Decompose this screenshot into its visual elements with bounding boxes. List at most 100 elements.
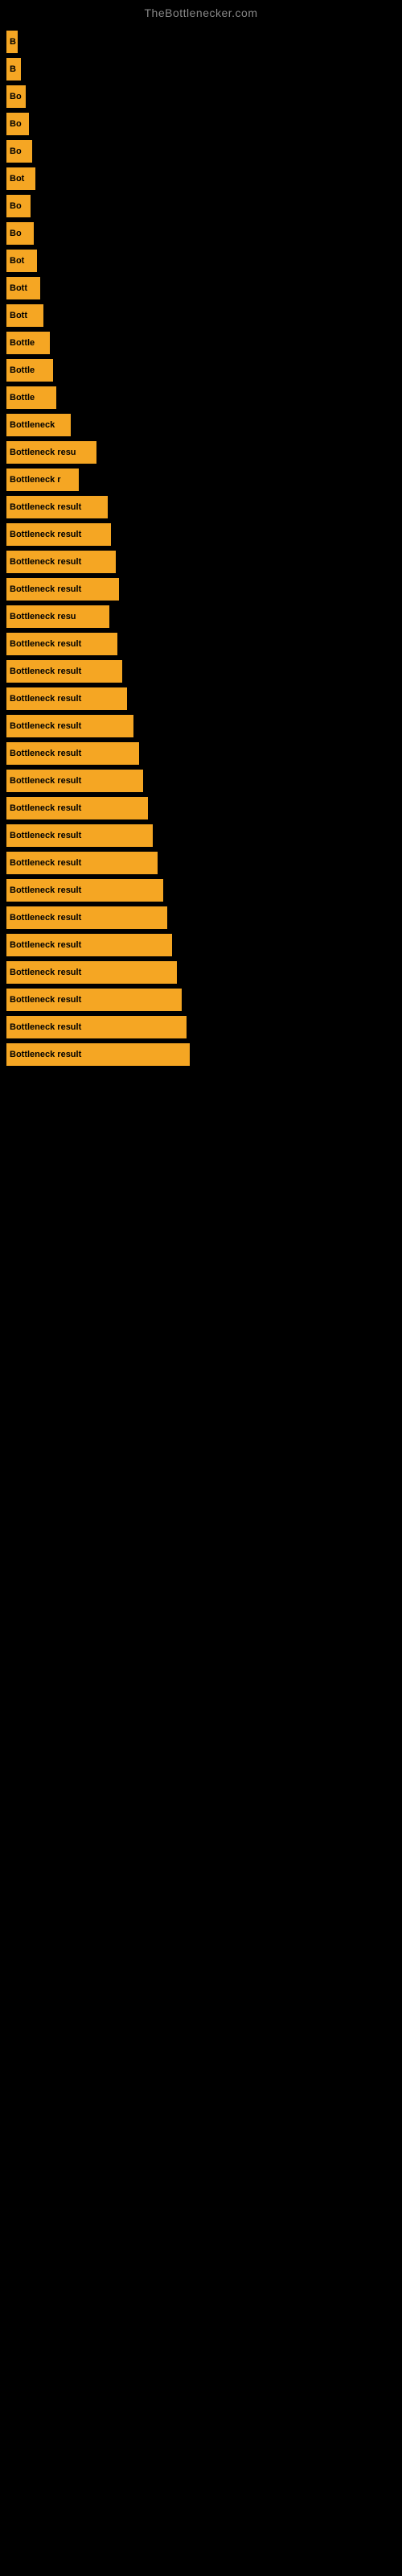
bar-label: Bottleneck result (10, 913, 81, 923)
bar-row: Bottleneck result (6, 551, 402, 573)
bottleneck-bar: Bottleneck result (6, 797, 148, 819)
bottleneck-bar: Bottleneck result (6, 660, 122, 683)
bar-label: Bottleneck r (10, 475, 61, 485)
bottleneck-bar: Bottleneck result (6, 824, 153, 847)
bar-label: Bottle (10, 338, 35, 348)
bar-label: Bo (10, 92, 22, 101)
bar-row: Bottleneck result (6, 1016, 402, 1038)
bar-row: Bottleneck (6, 414, 402, 436)
bar-label: B (10, 37, 16, 47)
bar-label: Bottleneck resu (10, 448, 76, 457)
bar-row: Bottleneck result (6, 1043, 402, 1066)
bar-label: Bottleneck result (10, 1050, 81, 1059)
bar-label: Bottleneck result (10, 749, 81, 758)
bar-label: Bott (10, 311, 27, 320)
bar-label: Bottleneck result (10, 886, 81, 895)
bar-row: B (6, 58, 402, 80)
bottleneck-bar: Bottle (6, 359, 53, 382)
bar-row: Bottleneck result (6, 496, 402, 518)
bottleneck-bar: Bottleneck result (6, 715, 133, 737)
bar-label: Bo (10, 201, 22, 211)
bottleneck-bar: Bottleneck result (6, 934, 172, 956)
bottleneck-bar: Bottleneck result (6, 989, 182, 1011)
bottleneck-bar: Bot (6, 167, 35, 190)
bottleneck-bar: Bottleneck r (6, 469, 79, 491)
bottleneck-bar: Bott (6, 277, 40, 299)
bar-row: Bottleneck result (6, 989, 402, 1011)
bar-row: Bottleneck result (6, 660, 402, 683)
bottleneck-bar: Bott (6, 304, 43, 327)
bar-label: B (10, 64, 16, 74)
bar-label: Bottleneck result (10, 940, 81, 950)
bar-row: B (6, 31, 402, 53)
bar-label: Bottleneck result (10, 968, 81, 977)
bar-row: Bottleneck result (6, 578, 402, 601)
bar-row: Bottleneck result (6, 742, 402, 765)
bar-row: Bottleneck result (6, 879, 402, 902)
bar-label: Bottleneck result (10, 831, 81, 840)
bottleneck-bar: B (6, 31, 18, 53)
bar-label: Bottleneck result (10, 803, 81, 813)
bar-label: Bottleneck result (10, 694, 81, 704)
bar-label: Bottleneck result (10, 557, 81, 567)
bottleneck-bar: Bottleneck resu (6, 441, 96, 464)
bar-label: Bottleneck result (10, 858, 81, 868)
bar-label: Bottle (10, 365, 35, 375)
bottleneck-bar: Bo (6, 113, 29, 135)
bar-label: Bottleneck result (10, 530, 81, 539)
bottleneck-bar: Bottleneck (6, 414, 71, 436)
bar-row: Bottleneck result (6, 715, 402, 737)
bottleneck-bar: Bottleneck result (6, 770, 143, 792)
bar-label: Bo (10, 229, 22, 238)
bar-row: Bottleneck result (6, 906, 402, 929)
bar-label: Bo (10, 147, 22, 156)
bar-row: Bot (6, 167, 402, 190)
bottleneck-bar: Bottleneck result (6, 523, 111, 546)
bar-label: Bottleneck result (10, 584, 81, 594)
bar-label: Bot (10, 174, 24, 184)
bottleneck-bar: Bottleneck result (6, 687, 127, 710)
bar-label: Bottleneck result (10, 1022, 81, 1032)
bottleneck-bar: Bottleneck resu (6, 605, 109, 628)
bar-label: Bottleneck result (10, 776, 81, 786)
bottleneck-bar: B (6, 58, 21, 80)
bar-label: Bo (10, 119, 22, 129)
site-title: TheBottlenecker.com (0, 0, 402, 23)
bar-row: Bott (6, 277, 402, 299)
bar-row: Bott (6, 304, 402, 327)
bottleneck-bar: Bottleneck result (6, 961, 177, 984)
bar-row: Bo (6, 140, 402, 163)
bar-label: Bott (10, 283, 27, 293)
bar-label: Bottleneck result (10, 667, 81, 676)
bottleneck-bar: Bottle (6, 332, 50, 354)
bottleneck-bar: Bo (6, 85, 26, 108)
bar-row: Bottleneck result (6, 633, 402, 655)
bar-row: Bottleneck result (6, 961, 402, 984)
bar-row: Bottleneck resu (6, 605, 402, 628)
bottleneck-bar: Bot (6, 250, 37, 272)
bottleneck-bar: Bottleneck result (6, 578, 119, 601)
bar-row: Bottleneck resu (6, 441, 402, 464)
bar-row: Bo (6, 222, 402, 245)
bar-label: Bottleneck (10, 420, 55, 430)
bottleneck-bar: Bottleneck result (6, 551, 116, 573)
bottleneck-bar: Bottleneck result (6, 906, 167, 929)
bottleneck-bar: Bottleneck result (6, 633, 117, 655)
bottleneck-bar: Bottleneck result (6, 1016, 187, 1038)
bottleneck-bar: Bo (6, 222, 34, 245)
bar-row: Bottleneck result (6, 523, 402, 546)
bar-row: Bottleneck result (6, 770, 402, 792)
bar-label: Bottleneck result (10, 502, 81, 512)
bar-row: Bo (6, 85, 402, 108)
bar-row: Bottleneck result (6, 687, 402, 710)
bar-row: Bottleneck result (6, 852, 402, 874)
bar-label: Bottleneck result (10, 995, 81, 1005)
bottleneck-bar: Bottleneck result (6, 879, 163, 902)
bar-row: Bottle (6, 332, 402, 354)
bars-container: B B Bo Bo Bo Bot Bo Bo Bot Bott Bott Bottle Bottle Bo… (0, 23, 402, 1079)
bar-label: Bottle (10, 393, 35, 402)
bar-row: Bo (6, 113, 402, 135)
bar-row: Bottleneck result (6, 797, 402, 819)
bar-row: Bottleneck result (6, 934, 402, 956)
bar-row: Bottleneck r (6, 469, 402, 491)
